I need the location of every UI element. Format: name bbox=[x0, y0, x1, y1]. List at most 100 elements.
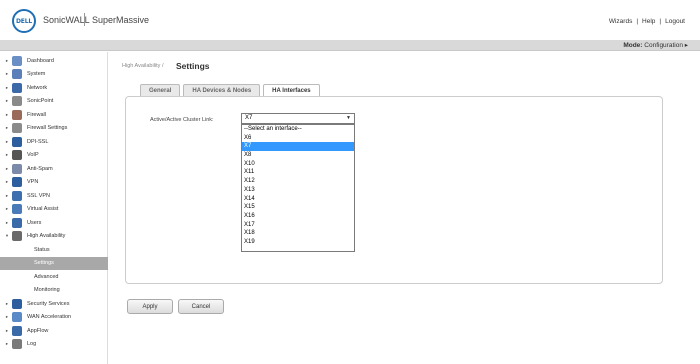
sidebar-item-dpi-ssl[interactable]: ▸ DPI-SSL bbox=[0, 135, 108, 149]
expand-right-icon[interactable]: ▸ bbox=[3, 98, 11, 104]
expand-down-icon[interactable]: ▾ bbox=[3, 233, 11, 239]
expand-right-icon[interactable]: ▸ bbox=[3, 166, 11, 172]
sidebar-item-label: Network bbox=[27, 84, 48, 91]
interface-dropdown-list: --Select an interface-- X6 X7 X8 X10 X11 X12 X1… bbox=[241, 124, 355, 252]
dropdown-option[interactable]: --Select an interface-- bbox=[242, 125, 354, 134]
sidebar-item-label: Firewall bbox=[27, 111, 46, 118]
dropdown-option[interactable]: X12 bbox=[242, 177, 354, 186]
dpi-ssl-icon bbox=[12, 136, 22, 147]
expand-right-icon[interactable]: ▸ bbox=[3, 220, 11, 226]
tab-general[interactable]: General bbox=[140, 84, 181, 96]
cancel-button[interactable]: Cancel bbox=[178, 299, 224, 314]
sidebar-item-label: SSL VPN bbox=[27, 192, 51, 199]
sidebar-item-network[interactable]: ▸ Network bbox=[0, 81, 108, 95]
expand-right-icon[interactable]: ▸ bbox=[3, 58, 11, 64]
users-icon bbox=[12, 217, 22, 228]
settings-panel bbox=[125, 96, 663, 284]
dropdown-option[interactable]: X8 bbox=[242, 151, 354, 160]
sidebar-item-high-availability[interactable]: ▾ High Availability bbox=[0, 230, 108, 244]
sidebar-item-users[interactable]: ▸ Users bbox=[0, 216, 108, 230]
sidebar-subitem-settings[interactable]: Settings bbox=[0, 256, 108, 270]
brand-divider bbox=[84, 13, 85, 26]
sidebar-item-firewall-settings[interactable]: ▸ Firewall Settings bbox=[0, 122, 108, 136]
logout-link[interactable]: Logout bbox=[665, 18, 685, 25]
expand-right-icon[interactable]: ▸ bbox=[3, 179, 11, 185]
sidebar-item-label: System bbox=[27, 71, 46, 78]
sidebar-item-log[interactable]: ▸ Log bbox=[0, 338, 108, 352]
mode-value: Configuration ▸ bbox=[644, 42, 688, 49]
dropdown-option[interactable]: X19 bbox=[242, 238, 354, 247]
sidebar-item-label: VPN bbox=[27, 179, 39, 186]
cluster-link-label: Active/Active Cluster Link: bbox=[150, 117, 214, 123]
expand-right-icon[interactable]: ▸ bbox=[3, 139, 11, 145]
dropdown-option[interactable]: X17 bbox=[242, 221, 354, 230]
sidebar-item-vpn[interactable]: ▸ VPN bbox=[0, 176, 108, 190]
sidebar-item-virtual-assist[interactable]: ▸ Virtual Assist bbox=[0, 203, 108, 217]
ssl-vpn-icon bbox=[12, 190, 22, 201]
expand-right-icon[interactable]: ▸ bbox=[3, 71, 11, 77]
app-header: DELL SonicWALL SuperMassive Wizards | He… bbox=[0, 0, 700, 40]
firewall-settings-icon bbox=[12, 123, 22, 134]
dropdown-option[interactable]: X18 bbox=[242, 229, 354, 238]
dropdown-option[interactable]: X13 bbox=[242, 186, 354, 195]
expand-right-icon[interactable]: ▸ bbox=[3, 125, 11, 131]
voip-icon bbox=[12, 150, 22, 161]
sidebar-item-security-services[interactable]: ▸ Security Services bbox=[0, 297, 108, 311]
page-title: Settings bbox=[176, 61, 210, 71]
top-links: Wizards | Help | Logout bbox=[609, 18, 685, 25]
sidebar-item-label: Log bbox=[27, 341, 37, 348]
sidebar-item-anti-spam[interactable]: ▸ Anti-Spam bbox=[0, 162, 108, 176]
sidebar-item-label: Security Services bbox=[27, 300, 70, 307]
brand-name: SonicWALL bbox=[43, 15, 90, 25]
product-name: SuperMassive bbox=[92, 15, 150, 25]
dell-logo-text: DELL bbox=[16, 17, 32, 25]
mode-bar: Mode: Configuration ▸ bbox=[0, 40, 700, 51]
help-link[interactable]: Help bbox=[642, 18, 655, 25]
dropdown-option[interactable]: X11 bbox=[242, 168, 354, 177]
sidebar-item-label: Dashboard bbox=[27, 57, 54, 64]
sidebar-subitem-status[interactable]: Status bbox=[0, 243, 108, 257]
expand-right-icon[interactable]: ▸ bbox=[3, 206, 11, 212]
sidebar-subitem-advanced[interactable]: Advanced bbox=[0, 270, 108, 284]
dell-logo: DELL bbox=[12, 9, 36, 33]
sidebar-item-sonicpoint[interactable]: ▸ SonicPoint bbox=[0, 95, 108, 109]
sidebar-item-appflow[interactable]: ▸ AppFlow bbox=[0, 324, 108, 338]
expand-right-icon[interactable]: ▸ bbox=[3, 341, 11, 347]
dropdown-option[interactable]: X7 bbox=[242, 142, 354, 152]
high-availability-icon bbox=[12, 231, 22, 242]
mode-indicator[interactable]: Mode: Configuration ▸ bbox=[623, 41, 688, 49]
sidebar-item-system[interactable]: ▸ System bbox=[0, 68, 108, 82]
cluster-link-select[interactable]: X7 ▼ bbox=[241, 113, 355, 124]
expand-right-icon[interactable]: ▸ bbox=[3, 85, 11, 91]
expand-right-icon[interactable]: ▸ bbox=[3, 328, 11, 334]
sidebar-item-ssl-vpn[interactable]: ▸ SSL VPN bbox=[0, 189, 108, 203]
wan-acceleration-icon bbox=[12, 312, 22, 323]
system-icon bbox=[12, 69, 22, 80]
link-separator: | bbox=[636, 18, 639, 25]
expand-right-icon[interactable]: ▸ bbox=[3, 152, 11, 158]
sidebar-item-dashboard[interactable]: ▸ Dashboard bbox=[0, 54, 108, 68]
sidebar-item-wan-acceleration[interactable]: ▸ WAN Acceleration bbox=[0, 311, 108, 325]
select-value: X7 bbox=[245, 115, 253, 121]
tab-ha-devices-nodes[interactable]: HA Devices & Nodes bbox=[183, 84, 261, 96]
apply-button[interactable]: Apply bbox=[127, 299, 173, 314]
dropdown-option[interactable]: X14 bbox=[242, 195, 354, 204]
dropdown-option[interactable]: X16 bbox=[242, 212, 354, 221]
sidebar-item-firewall[interactable]: ▸ Firewall bbox=[0, 108, 108, 122]
sidebar-item-label: Virtual Assist bbox=[27, 206, 59, 213]
dropdown-option[interactable]: X10 bbox=[242, 160, 354, 169]
virtual-assist-icon bbox=[12, 204, 22, 215]
chevron-down-icon[interactable]: ▼ bbox=[346, 114, 351, 123]
sidebar-item-label: AppFlow bbox=[27, 327, 49, 334]
network-icon bbox=[12, 82, 22, 93]
breadcrumb[interactable]: High Availability / bbox=[122, 63, 163, 69]
expand-right-icon[interactable]: ▸ bbox=[3, 301, 11, 307]
sidebar-subitem-monitoring[interactable]: Monitoring bbox=[0, 284, 108, 298]
dropdown-option[interactable]: X15 bbox=[242, 203, 354, 212]
expand-right-icon[interactable]: ▸ bbox=[3, 112, 11, 118]
dropdown-option[interactable]: X6 bbox=[242, 134, 354, 143]
sidebar-item-voip[interactable]: ▸ VoIP bbox=[0, 149, 108, 163]
expand-right-icon[interactable]: ▸ bbox=[3, 314, 11, 320]
expand-right-icon[interactable]: ▸ bbox=[3, 193, 11, 199]
wizards-link[interactable]: Wizards bbox=[609, 18, 632, 25]
